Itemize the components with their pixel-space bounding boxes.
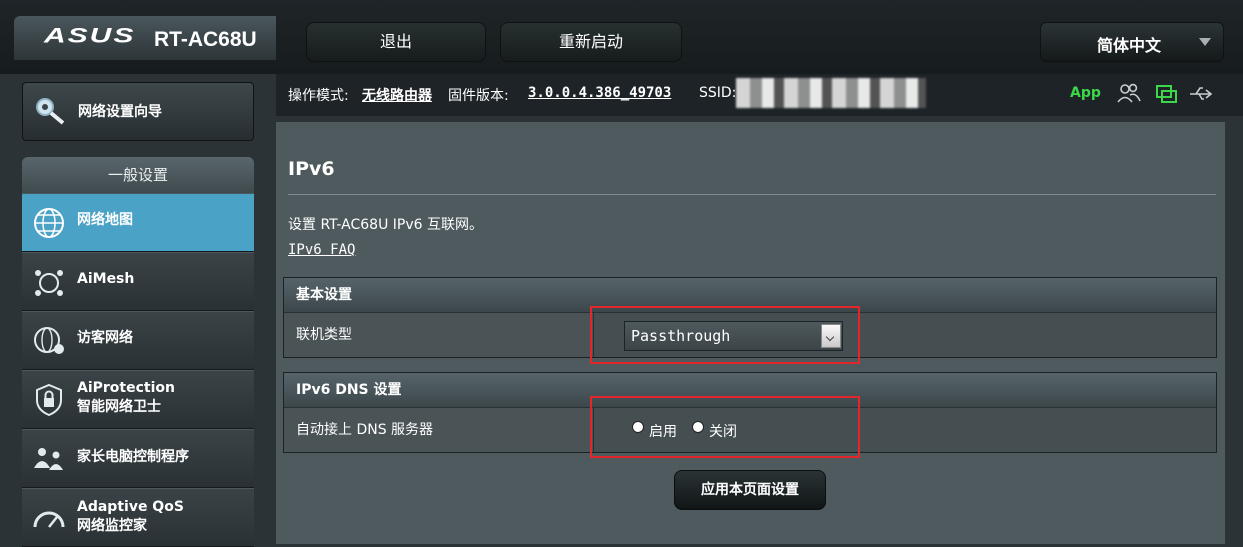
chevron-down-icon [1199,38,1211,46]
sidebar-item-label: 访客网络 [77,330,133,346]
sidebar-item-sublabel: 网络监控家 [77,518,147,534]
page-description: 设置 RT-AC68U IPv6 互联网。 [288,217,484,233]
sidebar-item-parental-controls[interactable]: 家长电脑控制程序 [22,429,254,488]
guest-network-icon [34,327,64,354]
sidebar-item-guest-network[interactable]: 访客网络 [22,311,254,370]
sidebar-item-label: Adaptive QoS [77,499,184,515]
page-title: IPv6 [288,158,335,180]
sidebar-item-label: 家长电脑控制程序 [77,449,189,465]
language-label: 简体中文 [1097,36,1162,55]
sidebar-item-label: AiProtection [77,380,175,396]
status-bar: 操作模式: 无线路由器 固件版本: 3.0.0.4.386_49703 SSID… [276,74,1243,116]
setup-wizard-button[interactable]: 网络设置向导 [22,82,254,141]
globe-icon [34,208,64,238]
ssid-label: SSID: [699,85,737,101]
sidebar-item-network-map[interactable]: 网络地图 [22,193,254,252]
gauge-icon [33,511,65,528]
ssid-redacted [736,78,926,108]
mode-link[interactable]: 无线路由器 [362,85,432,105]
asus-logo: ASUS [44,24,136,48]
top-bar: ASUS RT-AC68U 退出 重新启动 简体中文 [0,0,1243,74]
apply-button[interactable]: 应用本页面设置 [674,470,826,510]
sidebar-item-aimesh[interactable]: AiMesh [22,252,254,311]
general-settings-header: 一般设置 [22,157,254,193]
sidebar-item-sublabel: 智能网络卫士 [77,399,161,415]
reboot-button[interactable]: 重新启动 [500,22,682,62]
auto-dns-label: 自动接上 DNS 服务器 [284,408,594,452]
network-status-icon[interactable] [1154,82,1180,106]
wizard-label: 网络设置向导 [78,104,162,120]
model-name: RT-AC68U [154,28,257,51]
aimesh-icon [35,270,63,296]
app-link[interactable]: App [1070,85,1101,101]
title-divider [288,194,1216,195]
family-icon [34,448,63,470]
firmware-link[interactable]: 3.0.0.4.386_49703 [528,85,671,101]
language-select[interactable]: 简体中文 [1040,22,1224,62]
logout-button[interactable]: 退出 [306,22,486,62]
wizard-icon [36,98,65,125]
clients-icon[interactable] [1116,82,1142,106]
lock-shield-icon [36,383,62,417]
sidebar-item-label: 网络地图 [77,212,133,228]
firmware-label: 固件版本: [448,88,509,104]
usb-icon[interactable] [1188,82,1214,106]
sidebar-item-adaptive-qos[interactable]: Adaptive QoS 网络监控家 [22,488,254,547]
highlight-box-connection-type [590,306,860,364]
highlight-box-auto-dns [590,396,860,458]
mode-label: 操作模式: [288,88,349,104]
connection-type-label: 联机类型 [284,313,594,357]
ipv6-faq-link[interactable]: IPv6 FAQ [288,242,355,258]
sidebar-item-label: AiMesh [77,271,135,287]
sidebar-item-aiprotection[interactable]: AiProtection 智能网络卫士 [22,370,254,429]
brand-area: ASUS RT-AC68U [14,16,276,60]
